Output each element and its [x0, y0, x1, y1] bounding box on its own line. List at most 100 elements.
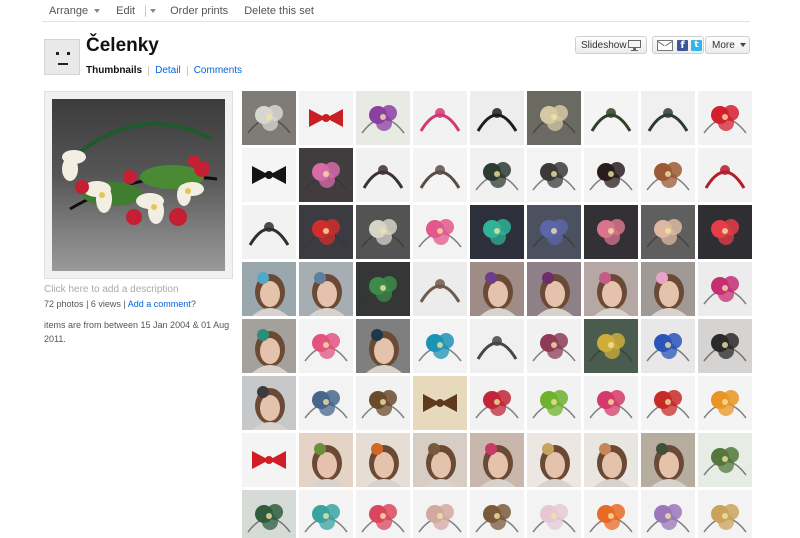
photo-thumbnail[interactable] [698, 319, 752, 373]
photo-thumbnail[interactable] [641, 262, 695, 316]
email-icon[interactable] [657, 39, 673, 51]
photo-thumbnail[interactable] [413, 376, 467, 430]
photo-thumbnail[interactable] [470, 205, 524, 259]
photo-thumbnail[interactable] [527, 205, 581, 259]
photo-thumbnail[interactable] [356, 91, 410, 145]
edit-button[interactable]: Edit [108, 0, 143, 22]
photo-thumbnail[interactable] [413, 490, 467, 538]
thumbnail-image [589, 333, 633, 362]
photo-thumbnail[interactable] [698, 262, 752, 316]
photo-thumbnail[interactable] [698, 205, 752, 259]
photo-thumbnail[interactable] [299, 262, 353, 316]
thumbnail-image [309, 443, 345, 487]
thumbnail-image [646, 504, 690, 533]
tab-thumbnails[interactable]: Thumbnails [86, 65, 142, 76]
photo-thumbnail[interactable] [299, 433, 353, 487]
thumbnail-image [532, 390, 576, 419]
photo-thumbnail[interactable] [299, 205, 353, 259]
delete-set-button[interactable]: Delete this set [236, 0, 322, 22]
order-prints-button[interactable]: Order prints [162, 0, 236, 22]
photo-thumbnail[interactable] [527, 433, 581, 487]
photo-thumbnail[interactable] [641, 433, 695, 487]
photo-thumbnail[interactable] [242, 319, 296, 373]
slideshow-button[interactable]: Slideshow [575, 36, 647, 54]
edit-menu-toggle[interactable] [148, 0, 162, 22]
photo-thumbnail[interactable] [527, 262, 581, 316]
photo-thumbnail[interactable] [413, 148, 467, 202]
photo-thumbnail[interactable] [299, 91, 353, 145]
photo-thumbnail[interactable] [698, 91, 752, 145]
avatar[interactable] [44, 39, 80, 75]
thumbnail-image [252, 272, 288, 316]
photo-thumbnail[interactable] [356, 148, 410, 202]
photo-thumbnail[interactable] [641, 205, 695, 259]
add-comment-link[interactable]: Add a comment [128, 299, 191, 309]
photo-thumbnail[interactable] [356, 376, 410, 430]
photo-thumbnail[interactable] [356, 319, 410, 373]
photo-thumbnail[interactable] [356, 262, 410, 316]
photo-thumbnail[interactable] [413, 262, 467, 316]
view-tabs: Thumbnails Detail Comments [86, 65, 242, 76]
photo-thumbnail[interactable] [242, 91, 296, 145]
photo-thumbnail[interactable] [698, 148, 752, 202]
photo-thumbnail[interactable] [527, 376, 581, 430]
photo-thumbnail[interactable] [242, 205, 296, 259]
photo-thumbnail[interactable] [470, 433, 524, 487]
photo-thumbnail[interactable] [527, 319, 581, 373]
photo-thumbnail[interactable] [242, 490, 296, 538]
photo-thumbnail[interactable] [470, 490, 524, 538]
photo-thumbnail[interactable] [356, 433, 410, 487]
photo-thumbnail[interactable] [413, 319, 467, 373]
photo-thumbnail[interactable] [527, 91, 581, 145]
photo-thumbnail[interactable] [356, 490, 410, 538]
photo-thumbnail[interactable] [584, 205, 638, 259]
photo-thumbnail[interactable] [584, 319, 638, 373]
photo-thumbnail[interactable] [584, 148, 638, 202]
photo-thumbnail[interactable] [641, 91, 695, 145]
more-button[interactable]: More [705, 36, 750, 54]
photo-thumbnail[interactable] [641, 490, 695, 538]
photo-thumbnail[interactable] [470, 376, 524, 430]
photo-thumbnail[interactable] [242, 148, 296, 202]
photo-thumbnail[interactable] [698, 433, 752, 487]
photo-thumbnail[interactable] [413, 205, 467, 259]
photo-thumbnail[interactable] [527, 490, 581, 538]
photo-thumbnail[interactable] [698, 376, 752, 430]
tab-detail[interactable]: Detail [155, 65, 181, 76]
photo-thumbnail[interactable] [584, 490, 638, 538]
photo-thumbnail[interactable] [470, 148, 524, 202]
photo-thumbnail[interactable] [527, 148, 581, 202]
photo-thumbnail[interactable] [242, 376, 296, 430]
photo-thumbnail[interactable] [299, 148, 353, 202]
photo-thumbnail[interactable] [299, 319, 353, 373]
photo-thumbnail[interactable] [641, 376, 695, 430]
photo-thumbnail[interactable] [470, 91, 524, 145]
photo-thumbnail[interactable] [299, 376, 353, 430]
photo-thumbnail[interactable] [584, 91, 638, 145]
photo-thumbnail[interactable] [242, 433, 296, 487]
photo-thumbnail[interactable] [299, 490, 353, 538]
photo-thumbnail[interactable] [584, 376, 638, 430]
photo-thumbnail[interactable] [698, 490, 752, 538]
thumbnail-image [703, 219, 747, 248]
photo-thumbnail[interactable] [470, 262, 524, 316]
add-description-link[interactable]: Click here to add a description [44, 284, 179, 295]
photo-thumbnail[interactable] [356, 205, 410, 259]
arrange-menu[interactable]: Arrange [42, 0, 108, 22]
thumbnail-image [532, 219, 576, 248]
photo-thumbnail[interactable] [641, 319, 695, 373]
photo-thumbnail[interactable] [584, 262, 638, 316]
thumbnail-image [589, 219, 633, 248]
photo-thumbnail[interactable] [413, 433, 467, 487]
photo-thumbnail[interactable] [641, 148, 695, 202]
set-cover-photo[interactable] [44, 91, 233, 279]
photo-thumbnail[interactable] [413, 91, 467, 145]
facebook-icon[interactable]: f [677, 39, 688, 51]
thumbnail-image [651, 272, 687, 316]
photo-thumbnail[interactable] [470, 319, 524, 373]
tab-comments[interactable]: Comments [194, 65, 242, 76]
photo-thumbnail[interactable] [584, 433, 638, 487]
twitter-icon[interactable]: t [691, 39, 702, 51]
thumbnail-image [703, 105, 747, 134]
photo-thumbnail[interactable] [242, 262, 296, 316]
